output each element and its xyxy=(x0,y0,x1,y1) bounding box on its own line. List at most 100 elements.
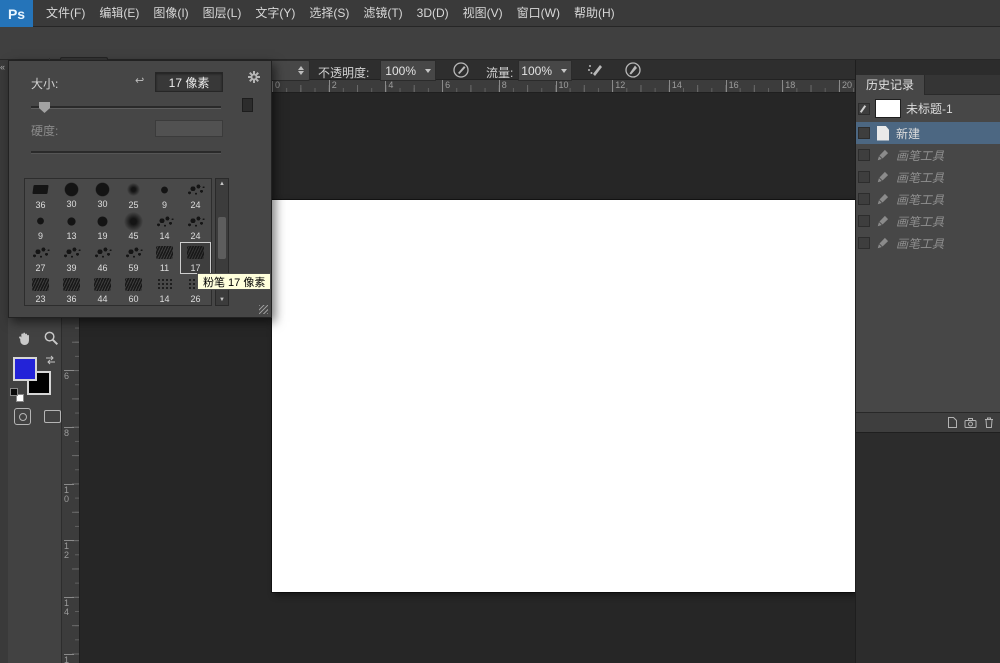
snapshot-thumbnail xyxy=(875,99,901,118)
history-entry[interactable]: 画笔工具 xyxy=(856,188,1000,210)
canvas[interactable] xyxy=(272,200,855,592)
brush-preset[interactable]: 27 xyxy=(25,242,56,274)
app-logo: Ps xyxy=(0,0,33,27)
brush-size-label: 44 xyxy=(97,294,108,304)
brush-size-label: 14 xyxy=(159,231,170,241)
create-new-brush-icon[interactable] xyxy=(242,98,253,112)
hand-tool-button[interactable] xyxy=(14,328,34,348)
opacity-dropdown-arrow[interactable] xyxy=(421,60,436,81)
ruler-label: 14 xyxy=(668,80,682,92)
menu-item[interactable]: 帮助(H) xyxy=(567,0,622,26)
history-brush-source-icon xyxy=(859,104,867,113)
brush-preset[interactable]: 14 xyxy=(149,211,180,243)
brush-thumbnail xyxy=(32,277,49,291)
brush-preset[interactable]: 9 xyxy=(25,211,56,243)
brush-thumbnail xyxy=(64,182,79,198)
restore-size-icon[interactable]: ↩ xyxy=(135,74,144,87)
brush-icon xyxy=(875,170,891,184)
history-source-well[interactable] xyxy=(858,237,870,249)
new-document-from-state-icon[interactable] xyxy=(947,416,958,429)
brush-preset[interactable]: 9 xyxy=(149,179,180,211)
menu-item[interactable]: 视图(V) xyxy=(456,0,510,26)
brush-preset[interactable]: 14 xyxy=(149,274,180,306)
brush-icon xyxy=(875,236,891,250)
quick-mask-button[interactable] xyxy=(14,408,31,425)
brush-preset[interactable]: 24 xyxy=(180,179,211,211)
menu-item[interactable]: 图像(I) xyxy=(146,0,195,26)
scroll-up-arrow[interactable]: ▲ xyxy=(216,181,228,187)
history-entry[interactable]: 画笔工具 xyxy=(856,166,1000,188)
brush-size-label: 30 xyxy=(97,199,108,210)
flow-dropdown-arrow[interactable] xyxy=(557,60,572,81)
swap-colors-icon[interactable] xyxy=(44,352,57,370)
pressure-opacity-icon[interactable] xyxy=(450,59,472,81)
brush-preset[interactable]: 11 xyxy=(149,242,180,274)
foreground-color-swatch[interactable] xyxy=(13,357,37,381)
brush-size-label: 11 xyxy=(159,262,170,273)
ruler-label: 1 0 xyxy=(64,483,74,504)
brush-size-label: 60 xyxy=(128,294,139,304)
pressure-size-icon[interactable] xyxy=(622,59,644,81)
default-colors-icon[interactable] xyxy=(10,388,24,402)
flow-input[interactable]: 100% xyxy=(518,60,558,81)
ruler-label: 20 xyxy=(839,80,852,92)
opacity-input[interactable]: 100% xyxy=(380,60,422,81)
scrollbar-thumb[interactable] xyxy=(218,217,226,259)
airbrush-icon[interactable] xyxy=(584,59,606,81)
brush-preset[interactable]: 59 xyxy=(118,242,149,274)
history-snapshot-row[interactable]: 未标题-1 xyxy=(856,95,1000,122)
brush-preset[interactable]: 30 xyxy=(87,179,118,211)
history-entry[interactable]: 新建 xyxy=(856,122,1000,144)
zoom-tool-button[interactable] xyxy=(41,328,61,348)
brush-preset[interactable]: 17 xyxy=(180,242,211,274)
history-source-well[interactable] xyxy=(858,171,870,183)
slider-thumb[interactable] xyxy=(39,102,50,113)
history-source-well[interactable] xyxy=(858,215,870,227)
brush-preset[interactable]: 23 xyxy=(25,274,56,306)
menu-item[interactable]: 文字(Y) xyxy=(248,0,302,26)
brush-thumbnail xyxy=(156,277,173,291)
brush-preset[interactable]: 13 xyxy=(56,211,87,243)
brush-preset[interactable]: 44 xyxy=(87,274,118,306)
brush-preset[interactable]: 36 xyxy=(25,179,56,211)
brush-size-label: 59 xyxy=(128,262,139,273)
brush-preset[interactable]: 45 xyxy=(118,211,149,243)
brush-preset[interactable]: 19 xyxy=(87,211,118,243)
history-source-well[interactable] xyxy=(858,102,870,115)
new-snapshot-icon[interactable] xyxy=(964,417,977,429)
brush-preset[interactable]: 25 xyxy=(118,179,149,211)
menu-item[interactable]: 滤镜(T) xyxy=(356,0,409,26)
brush-preset[interactable]: 46 xyxy=(87,242,118,274)
resize-grip[interactable] xyxy=(259,305,268,314)
collapse-panels-icon[interactable]: « xyxy=(0,62,5,72)
screen-mode-button[interactable] xyxy=(44,410,61,423)
delete-state-icon[interactable] xyxy=(983,416,995,429)
menu-item[interactable]: 窗口(W) xyxy=(510,0,567,26)
scroll-down-arrow[interactable]: ▼ xyxy=(216,297,228,303)
ruler-label: 1 2 xyxy=(64,540,74,560)
brush-preset[interactable]: 30 xyxy=(56,179,87,211)
tooltip: 粉笔 17 像素 xyxy=(197,273,272,290)
brush-size-label: 45 xyxy=(128,231,139,241)
menu-item[interactable]: 选择(S) xyxy=(302,0,356,26)
brush-preset[interactable]: 60 xyxy=(118,274,149,306)
menu-item[interactable]: 3D(D) xyxy=(410,0,456,26)
menu-item[interactable]: 编辑(E) xyxy=(92,0,146,26)
history-entry[interactable]: 画笔工具 xyxy=(856,232,1000,254)
brush-preset[interactable]: 39 xyxy=(56,242,87,274)
size-slider[interactable] xyxy=(31,102,221,113)
history-source-well[interactable] xyxy=(858,193,870,205)
brush-preset[interactable]: 36 xyxy=(56,274,87,306)
size-input[interactable]: 17 像素 xyxy=(155,72,223,92)
history-source-well[interactable] xyxy=(858,127,870,139)
history-entry[interactable]: 画笔工具 xyxy=(856,144,1000,166)
gear-icon[interactable] xyxy=(247,70,261,89)
dock-collapse-strip: « xyxy=(0,60,8,663)
history-entry[interactable]: 画笔工具 xyxy=(856,210,1000,232)
menu-item[interactable]: 图层(L) xyxy=(196,0,249,26)
menu-item[interactable]: 文件(F) xyxy=(39,0,92,26)
history-source-well[interactable] xyxy=(858,149,870,161)
brush-preset[interactable]: 24 xyxy=(180,211,211,243)
brush-icon xyxy=(875,192,891,206)
tab-history[interactable]: 历史记录 xyxy=(856,75,926,95)
